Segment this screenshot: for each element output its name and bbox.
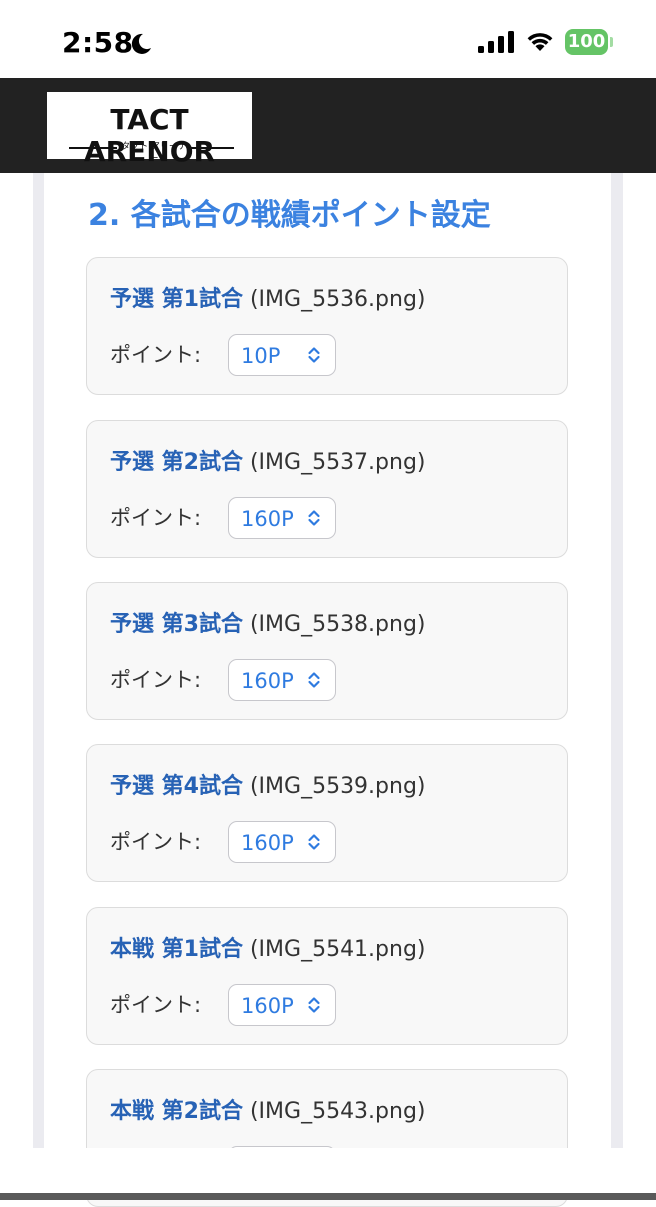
moon-icon xyxy=(131,33,151,54)
point-select-value: 160P xyxy=(241,507,294,531)
match-label: 予選 第1試合 xyxy=(110,287,243,312)
chevron-up-down-icon xyxy=(308,834,320,850)
logo-divider-left xyxy=(69,147,117,149)
content-border-right xyxy=(611,173,623,1148)
bottom-band xyxy=(0,1148,656,1193)
logo-subtitle: タクト アリーナー xyxy=(121,142,187,164)
battery-indicator: 100 xyxy=(565,29,608,55)
match-card: 予選 第3試合 (IMG_5538.png) ポイント: 160P xyxy=(86,582,568,720)
point-select[interactable]: 160P xyxy=(228,497,336,539)
section-title: 2. 各試合の戦績ポイント設定 xyxy=(88,198,491,233)
point-select-value: 160P xyxy=(241,669,294,693)
battery-tip xyxy=(610,37,613,47)
match-label: 本戦 第2試合 xyxy=(110,1099,243,1124)
match-file-name: (IMG_5537.png) xyxy=(249,450,426,475)
bottom-bar xyxy=(0,1193,656,1200)
match-file-name: (IMG_5536.png) xyxy=(249,287,426,312)
point-select-value: 160P xyxy=(241,831,294,855)
match-file-name: (IMG_5541.png) xyxy=(249,937,426,962)
match-card: 予選 第4試合 (IMG_5539.png) ポイント: 160P xyxy=(86,744,568,882)
chevron-up-down-icon xyxy=(308,347,320,363)
match-file-name: (IMG_5539.png) xyxy=(249,774,426,799)
point-select[interactable]: 160P xyxy=(228,984,336,1026)
cellular-signal-icon xyxy=(478,31,514,53)
wifi-icon xyxy=(527,33,553,51)
match-heading: 本戦 第1試合 (IMG_5541.png) xyxy=(110,935,426,965)
point-label: ポイント: xyxy=(110,343,202,367)
point-label: ポイント: xyxy=(110,506,202,530)
chevron-up-down-icon xyxy=(308,672,320,688)
point-select[interactable]: 160P xyxy=(228,821,336,863)
point-label: ポイント: xyxy=(110,668,202,692)
content-border-left xyxy=(33,173,44,1148)
match-heading: 予選 第1試合 (IMG_5536.png) xyxy=(110,285,426,315)
match-label: 予選 第3試合 xyxy=(110,612,243,637)
point-select[interactable]: 10P xyxy=(228,334,336,376)
match-card: 本戦 第1試合 (IMG_5541.png) ポイント: 160P xyxy=(86,907,568,1045)
chevron-up-down-icon xyxy=(308,997,320,1013)
match-label: 予選 第2試合 xyxy=(110,450,243,475)
point-select[interactable]: 160P xyxy=(228,659,336,701)
match-heading: 本戦 第2試合 (IMG_5543.png) xyxy=(110,1097,426,1127)
match-heading: 予選 第2試合 (IMG_5537.png) xyxy=(110,448,426,478)
match-heading: 予選 第4試合 (IMG_5539.png) xyxy=(110,772,426,802)
point-label: ポイント: xyxy=(110,830,202,854)
match-file-name: (IMG_5543.png) xyxy=(249,1099,426,1124)
match-card: 予選 第2試合 (IMG_5537.png) ポイント: 160P xyxy=(86,420,568,558)
chevron-up-down-icon xyxy=(308,510,320,526)
logo-divider-right xyxy=(191,147,234,149)
status-time: 2:58 xyxy=(62,26,134,59)
point-select-value: 160P xyxy=(241,994,294,1018)
status-bar: 2:58 100 xyxy=(0,0,656,78)
logo-subtitle-row: タクト アリーナー xyxy=(69,141,234,164)
match-heading: 予選 第3試合 (IMG_5538.png) xyxy=(110,610,426,640)
match-file-name: (IMG_5538.png) xyxy=(249,612,426,637)
point-label: ポイント: xyxy=(110,993,202,1017)
match-card: 予選 第1試合 (IMG_5536.png) ポイント: 10P xyxy=(86,257,568,395)
point-select-value: 10P xyxy=(241,344,281,368)
match-label: 本戦 第1試合 xyxy=(110,937,243,962)
site-logo[interactable]: TACT ARENOR タクト アリーナー xyxy=(47,92,252,168)
match-label: 予選 第4試合 xyxy=(110,774,243,799)
